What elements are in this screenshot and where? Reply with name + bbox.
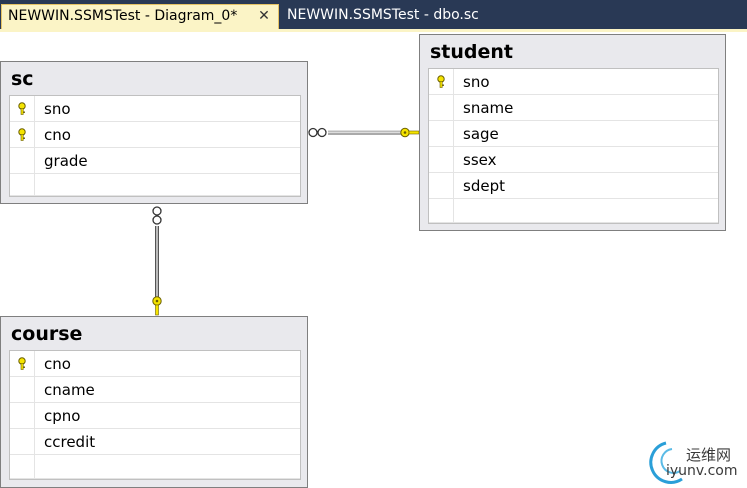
empty-row[interactable]: [10, 174, 300, 196]
table-title: course: [11, 323, 83, 345]
column-row[interactable]: sno: [429, 69, 718, 95]
relationship-sc-student[interactable]: [308, 127, 420, 138]
column-row[interactable]: sage: [429, 121, 718, 147]
column-row[interactable]: grade: [10, 148, 300, 174]
column-name: grade: [44, 151, 88, 170]
table-title: student: [430, 41, 514, 63]
table-course[interactable]: course cno cname cpno ccredit: [0, 316, 308, 488]
primary-key-icon: [18, 102, 26, 115]
column-grid: cno cname cpno ccredit: [9, 350, 301, 480]
watermark-cn: 运维网: [686, 446, 732, 464]
column-name: sdept: [463, 176, 505, 195]
column-name: ccredit: [44, 432, 96, 451]
column-name: cno: [44, 125, 71, 144]
primary-key-icon: [437, 75, 445, 88]
column-name: sno: [44, 99, 71, 118]
watermark-en: iyunv.com: [666, 463, 738, 479]
column-name: sage: [463, 124, 499, 143]
empty-row[interactable]: [429, 199, 718, 223]
primary-key-icon: [18, 128, 26, 141]
table-sc[interactable]: sc sno cno grade: [0, 61, 308, 204]
key-icon: [152, 296, 162, 316]
empty-row[interactable]: [10, 455, 300, 479]
column-name: sno: [463, 72, 490, 91]
relationship-sc-course[interactable]: [152, 206, 162, 316]
infinity-icon: [152, 206, 162, 225]
column-row[interactable]: sname: [429, 95, 718, 121]
column-grid: sno cno grade: [9, 95, 301, 197]
table-student[interactable]: student sno sname sage ssex sdept: [419, 34, 726, 231]
column-grid: sno sname sage ssex sdept: [428, 68, 719, 224]
column-name: ssex: [463, 150, 497, 169]
column-row[interactable]: cname: [10, 377, 300, 403]
infinity-icon: [308, 127, 327, 138]
column-row[interactable]: sdept: [429, 173, 718, 199]
table-title: sc: [11, 68, 34, 90]
column-name: sname: [463, 98, 514, 117]
column-row[interactable]: cno: [10, 122, 300, 148]
column-row[interactable]: cpno: [10, 403, 300, 429]
column-name: cno: [44, 354, 71, 373]
column-row[interactable]: sno: [10, 96, 300, 122]
column-row[interactable]: ccredit: [10, 429, 300, 455]
column-name: cpno: [44, 406, 81, 425]
column-row[interactable]: cno: [10, 351, 300, 377]
key-icon: [400, 127, 420, 138]
primary-key-icon: [18, 357, 26, 370]
column-name: cname: [44, 380, 95, 399]
column-row[interactable]: ssex: [429, 147, 718, 173]
